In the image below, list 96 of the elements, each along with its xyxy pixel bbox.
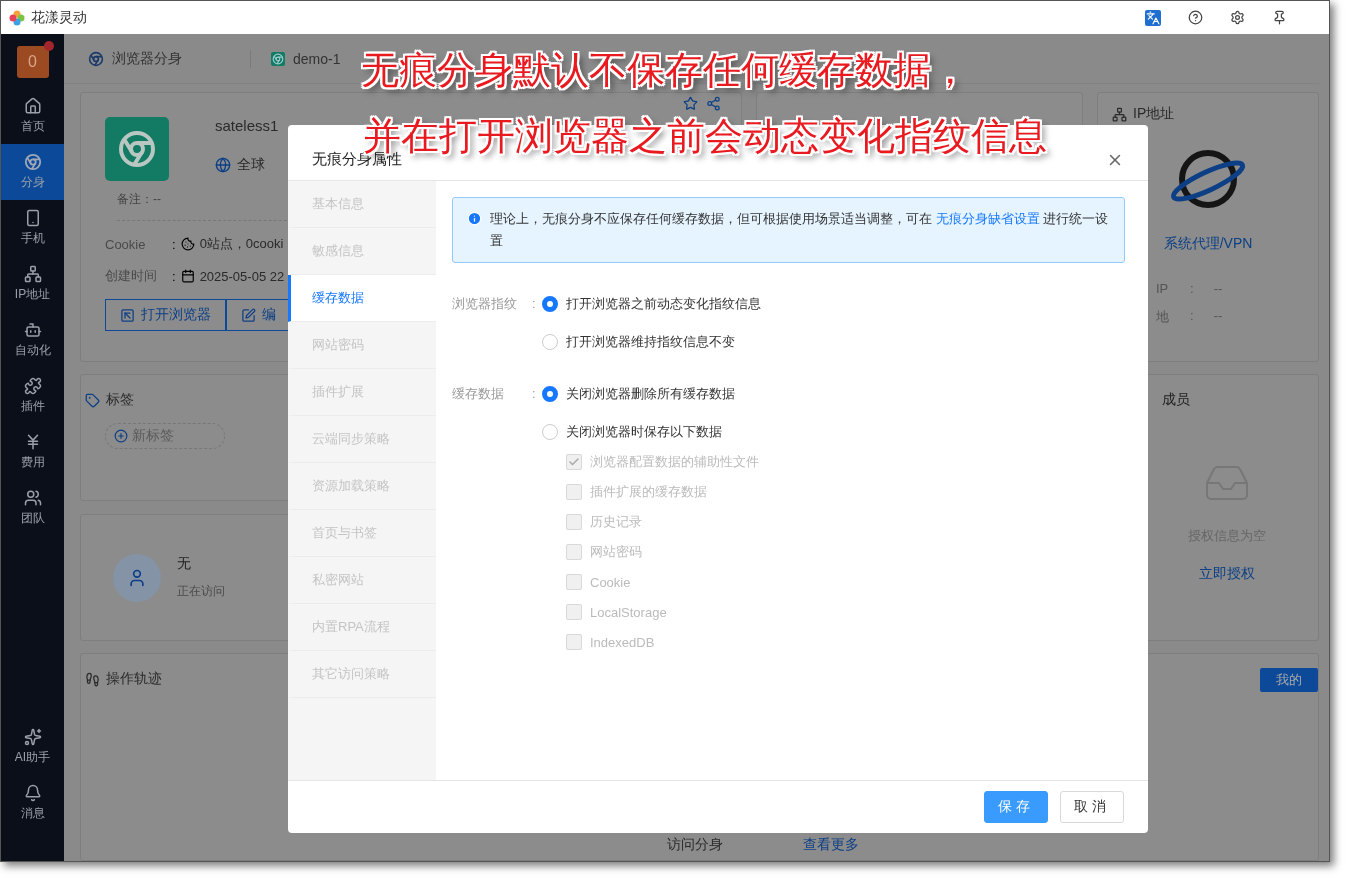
- browser-icon: [23, 153, 42, 171]
- puzzle-icon: [23, 377, 42, 395]
- sidebar-item[interactable]: 费用: [1, 424, 64, 480]
- colon: :: [532, 295, 537, 313]
- robot-icon: [23, 321, 42, 339]
- option-label: 插件扩展的缓存数据: [590, 483, 707, 501]
- user-avatar: [113, 553, 161, 602]
- settings-icon[interactable]: [1230, 10, 1245, 25]
- open-icon: [120, 307, 135, 323]
- sidebar-item[interactable]: 手机: [1, 200, 64, 256]
- card-title: IP地址: [1133, 105, 1175, 123]
- pin-icon[interactable]: [1272, 10, 1287, 25]
- annotation-text: 并在打开浏览器之前会动态变化指纹信息: [363, 117, 1047, 155]
- nav-item[interactable]: 缓存数据: [288, 275, 436, 322]
- planet-icon: [1168, 147, 1248, 211]
- edit-icon: [241, 307, 256, 323]
- form-label: 浏览器指纹: [452, 295, 518, 313]
- default-settings-link[interactable]: 无痕分身缺省设置: [935, 211, 1040, 226]
- visitor-status: 正在访问: [177, 583, 225, 600]
- colon: :: [1190, 281, 1194, 296]
- option-label: IndexedDB: [590, 634, 655, 650]
- field-value: --: [1213, 281, 1223, 296]
- sidebar-item[interactable]: 团队: [1, 480, 64, 536]
- card-title: 操作轨迹: [106, 670, 162, 688]
- field-value: --: [1213, 308, 1223, 325]
- visitor-name: 无: [177, 555, 192, 573]
- colon: :: [1190, 308, 1194, 325]
- radio-button[interactable]: [542, 296, 558, 312]
- sidebar-item[interactable]: AI助手: [1, 719, 64, 775]
- field-value: 2025-05-05 22: [199, 268, 285, 284]
- globe-icon: [215, 157, 231, 173]
- more-link[interactable]: 查看更多: [803, 836, 859, 854]
- network-icon: [23, 265, 42, 283]
- sidebar-item[interactable]: 首页: [1, 88, 64, 144]
- breadcrumb[interactable]: 浏览器分身: [112, 49, 182, 68]
- radio-button[interactable]: [542, 424, 558, 440]
- card-title: 标签: [106, 391, 134, 409]
- radio-button[interactable]: [542, 334, 558, 350]
- sidebar-item[interactable]: IP地址: [1, 256, 64, 312]
- translate-icon[interactable]: [1145, 9, 1161, 26]
- sidebar-item[interactable]: 自动化: [1, 312, 64, 368]
- region-text: 全球: [237, 156, 265, 174]
- sidebar-item[interactable]: 消息: [1, 775, 64, 831]
- home-icon: [23, 97, 42, 115]
- calendar-icon: [180, 269, 195, 283]
- sidebar-item[interactable]: 分身: [1, 144, 64, 200]
- browser-tab-icon: [271, 51, 285, 66]
- option-label: 打开浏览器维持指纹信息不变: [566, 333, 735, 351]
- field-value: 0站点，0cooki: [199, 235, 284, 253]
- profile-name: sateless1: [215, 117, 279, 134]
- browser-icon: [88, 50, 104, 67]
- filter-button[interactable]: 我的: [1260, 668, 1318, 692]
- check-icon: [568, 456, 580, 468]
- account-badge[interactable]: 0: [16, 46, 49, 78]
- proxy-link[interactable]: 系统代理/VPN: [1163, 235, 1253, 253]
- option-label: 关闭浏览器时保存以下数据: [566, 423, 722, 441]
- network-icon: [1112, 106, 1127, 122]
- annotation-text: 无痕分身默认不保存任何缓存数据，: [361, 51, 969, 89]
- sidebar-item[interactable]: 插件: [1, 368, 64, 424]
- radio-button[interactable]: [542, 386, 558, 402]
- help-icon[interactable]: [1188, 10, 1203, 25]
- app-logo-icon: [9, 9, 25, 26]
- cancel-button[interactable]: 取消: [1060, 791, 1124, 823]
- star-icon[interactable]: [683, 96, 698, 111]
- footer-text: 访问分身: [667, 836, 723, 854]
- colon: :: [172, 236, 176, 252]
- tag-icon: [85, 392, 100, 408]
- notification-dot: [43, 41, 54, 51]
- option-label: 历史记录: [590, 513, 642, 531]
- footprints-icon: [85, 671, 100, 687]
- plus-icon: [114, 429, 128, 443]
- option-label: LocalStorage: [590, 604, 667, 620]
- field-label: Cookie: [105, 236, 147, 252]
- option-label: 网站密码: [590, 543, 642, 561]
- profile-button[interactable]: 打开浏览器: [105, 299, 226, 331]
- option-label: 浏览器配置数据的辅助性文件: [590, 453, 759, 471]
- profile-tab[interactable]: demo-1: [293, 50, 341, 67]
- option-label: Cookie: [590, 574, 631, 590]
- app-title: 花漾灵动: [31, 8, 87, 27]
- option-label: 关闭浏览器删除所有缓存数据: [566, 385, 735, 403]
- bell-icon: [23, 784, 42, 802]
- colon: :: [172, 268, 176, 284]
- sparkles-icon: [23, 728, 42, 746]
- save-button[interactable]: 保存: [984, 791, 1048, 823]
- form-label: 缓存数据: [452, 385, 505, 403]
- option-label: 打开浏览器之前动态变化指纹信息: [566, 295, 761, 313]
- colon: :: [532, 385, 537, 403]
- profile-avatar: [105, 117, 169, 181]
- info-icon: [467, 211, 482, 226]
- share-icon[interactable]: [706, 96, 721, 111]
- cookie-icon: [180, 237, 195, 251]
- alert-text: 理论上，无痕分身不应保存任何缓存数据，但可根据使用场景适当调整，可在 无痕分身缺省设置 进行统一设置: [490, 210, 1110, 250]
- field-label: 创建时间: [105, 267, 158, 285]
- team-icon: [23, 489, 42, 507]
- card-title: 成员: [1162, 391, 1190, 409]
- authorize-link[interactable]: 立即授权: [1199, 565, 1255, 583]
